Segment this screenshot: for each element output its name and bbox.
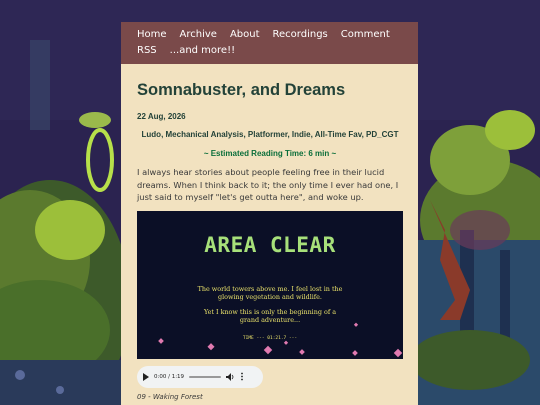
game-text-line: grand adventure... xyxy=(239,315,301,324)
nav-link-home[interactable]: Home xyxy=(137,27,167,43)
reading-time: ~ Estimated Reading Time: 6 min ~ xyxy=(203,149,337,158)
game-text-line: glowing vegetation and wildlife. xyxy=(218,292,322,301)
game-text-line: The world towers above me. I feel lost i… xyxy=(197,284,343,293)
nav-link-rss[interactable]: RSS xyxy=(137,43,157,59)
post-content: Somnabuster, and Dreams 22 Aug, 2026 Lud… xyxy=(121,80,418,401)
post-body: I always hear stories about people feeli… xyxy=(137,167,399,202)
nav-row-primary: Home Archive About Recordings Comment xyxy=(137,27,418,43)
nav-link-more[interactable]: ...and more!! xyxy=(170,43,235,59)
nav-row-secondary: RSS ...and more!! xyxy=(137,43,418,59)
play-icon[interactable] xyxy=(143,372,149,381)
top-navigation: Home Archive About Recordings Comment RS… xyxy=(121,22,418,64)
game-screenshot: AREA CLEAR The world towers above me. I … xyxy=(137,210,403,359)
post-date: 22 Aug, 2026 xyxy=(137,112,186,121)
nav-link-comment[interactable]: Comment xyxy=(341,27,390,43)
more-options-icon[interactable] xyxy=(240,372,244,381)
nav-link-about[interactable]: About xyxy=(230,27,260,43)
audio-time: 0:00 / 1:19 xyxy=(154,373,185,380)
audio-player[interactable]: 0:00 / 1:19 xyxy=(137,365,263,388)
game-time: TIME --- 01:21.7 --- xyxy=(242,335,298,341)
blog-page: Home Archive About Recordings Comment RS… xyxy=(121,22,418,405)
audio-caption: 09 - Waking Forest xyxy=(137,392,203,401)
nav-link-recordings[interactable]: Recordings xyxy=(273,27,328,43)
audio-progress-bar[interactable] xyxy=(189,375,222,378)
post-tags: Ludo, Mechanical Analysis, Platformer, I… xyxy=(141,130,399,139)
post-title: Somnabuster, and Dreams xyxy=(137,81,346,99)
area-clear-heading: AREA CLEAR xyxy=(204,232,336,257)
game-text-line: Yet I know this is only the beginning of… xyxy=(203,307,337,316)
volume-icon[interactable] xyxy=(226,372,235,381)
nav-link-archive[interactable]: Archive xyxy=(180,27,217,43)
